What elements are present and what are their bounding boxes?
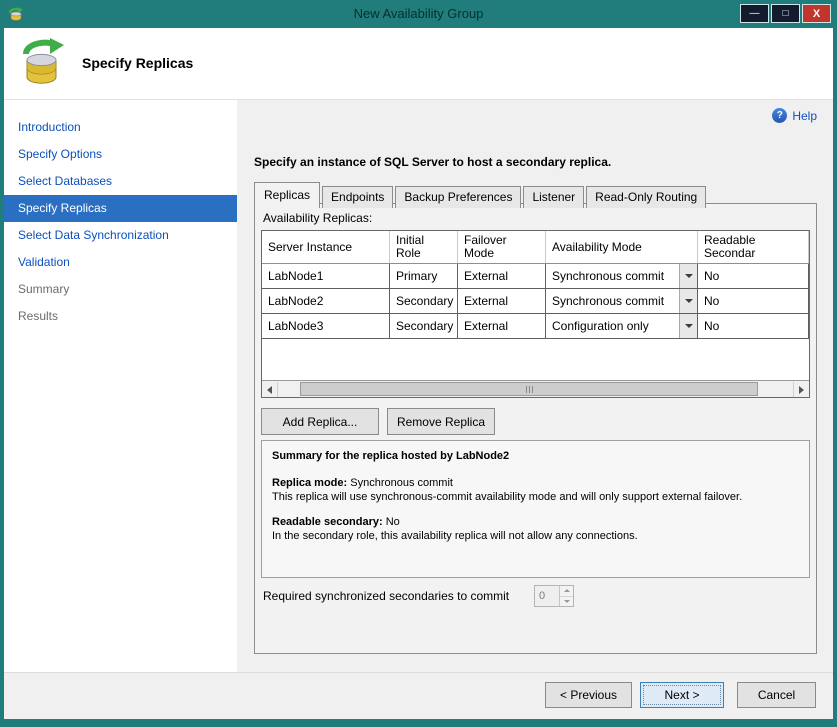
replica-database-icon (18, 37, 66, 89)
help-icon: ? (772, 108, 787, 123)
readable-secondary-line: Readable secondary: No (272, 515, 799, 529)
cell-failover-mode: External (458, 264, 546, 289)
replica-mode-description: This replica will use synchronous-commit… (272, 490, 799, 504)
sidebar-item-select-databases[interactable]: Select Databases (4, 168, 237, 195)
sidebar-item-select-data-synchronization[interactable]: Select Data Synchronization (4, 222, 237, 249)
combo-value: Synchronous commit (546, 289, 679, 313)
commit-secondaries-spinner[interactable] (534, 585, 574, 607)
main-panel: ? Help Specify an instance of SQL Server… (237, 100, 833, 672)
scroll-left-arrow-icon[interactable] (262, 382, 278, 397)
readable-secondary-label: Readable secondary: (272, 516, 383, 528)
column-header-failover-mode: Failover Mode (458, 231, 546, 263)
previous-button[interactable]: < Previous (545, 682, 632, 708)
page-title: Specify Replicas (82, 55, 193, 71)
caption-buttons: — □ X (740, 4, 831, 23)
minimize-button[interactable]: — (740, 4, 769, 23)
spinner-buttons (559, 586, 573, 606)
app-icon (8, 6, 24, 22)
cell-server-instance: LabNode1 (262, 264, 390, 289)
cell-initial-role: Secondary (390, 314, 458, 339)
scrollbar-thumb[interactable] (300, 382, 758, 396)
combo-value: Synchronous commit (546, 264, 679, 288)
replicas-tab-page: Availability Replicas: Server Instance I… (254, 203, 817, 654)
sidebar-item-results: Results (4, 303, 237, 330)
add-replica-button[interactable]: Add Replica... (261, 408, 379, 435)
table-row-labnode2[interactable]: LabNode2 Secondary External Synchronous … (262, 289, 809, 314)
cell-readable-secondary: No (698, 289, 809, 314)
sidebar-item-introduction[interactable]: Introduction (4, 114, 237, 141)
cancel-button[interactable]: Cancel (737, 682, 816, 708)
spinner-down-icon[interactable] (560, 597, 573, 607)
cell-initial-role: Primary (390, 264, 458, 289)
cell-initial-role: Secondary (390, 289, 458, 314)
availability-group-window: New Availability Group — □ X Specify Rep… (0, 0, 837, 727)
replica-mode-value: Synchronous commit (350, 477, 453, 489)
commit-secondaries-input[interactable] (535, 586, 559, 606)
scroll-right-arrow-icon[interactable] (793, 382, 809, 397)
cell-failover-mode: External (458, 289, 546, 314)
replica-mode-label: Replica mode: (272, 477, 347, 489)
chevron-down-icon[interactable] (679, 264, 697, 288)
column-header-server-instance: Server Instance (262, 231, 390, 263)
combo-value: Configuration only (546, 314, 679, 338)
replica-summary-box: Summary for the replica hosted by LabNod… (261, 440, 810, 578)
tab-endpoints[interactable]: Endpoints (322, 186, 393, 208)
tab-listener[interactable]: Listener (523, 186, 584, 208)
column-header-readable-secondary: Readable Secondar (698, 231, 809, 263)
replica-mode-line: Replica mode: Synchronous commit (272, 476, 799, 490)
table-row-labnode3[interactable]: LabNode3 Secondary External Configuratio… (262, 314, 809, 339)
wizard-steps-sidebar: Introduction Specify Options Select Data… (4, 100, 237, 672)
next-button[interactable]: Next > (640, 682, 724, 708)
table-row-labnode1[interactable]: LabNode1 Primary External Synchronous co… (262, 264, 809, 289)
tab-read-only-routing[interactable]: Read-Only Routing (586, 186, 706, 208)
help-link[interactable]: ? Help (772, 108, 817, 123)
cell-server-instance: LabNode2 (262, 289, 390, 314)
tab-strip: Replicas Endpoints Backup Preferences Li… (254, 182, 708, 208)
wizard-content: Introduction Specify Options Select Data… (4, 100, 833, 672)
horizontal-scrollbar[interactable] (262, 380, 809, 397)
tab-backup-preferences[interactable]: Backup Preferences (395, 186, 521, 208)
availability-mode-combobox[interactable]: Configuration only (546, 314, 698, 339)
commit-secondaries-label: Required synchronized secondaries to com… (263, 589, 509, 603)
grid-header-row: Server Instance Initial Role Failover Mo… (262, 231, 809, 264)
titlebar: New Availability Group — □ X (0, 0, 837, 28)
chevron-down-icon[interactable] (679, 289, 697, 313)
window-title: New Availability Group (0, 6, 837, 21)
summary-title: Summary for the replica hosted by LabNod… (272, 449, 799, 463)
cell-readable-secondary: No (698, 264, 809, 289)
tab-replicas[interactable]: Replicas (254, 182, 320, 208)
maximize-button[interactable]: □ (771, 4, 800, 23)
cell-server-instance: LabNode3 (262, 314, 390, 339)
cell-failover-mode: External (458, 314, 546, 339)
chevron-down-icon[interactable] (679, 314, 697, 338)
availability-replicas-label: Availability Replicas: (263, 211, 372, 225)
availability-mode-combobox[interactable]: Synchronous commit (546, 264, 698, 289)
readable-secondary-description: In the secondary role, this availability… (272, 529, 799, 543)
cell-readable-secondary: No (698, 314, 809, 339)
sidebar-item-summary: Summary (4, 276, 237, 303)
availability-mode-combobox[interactable]: Synchronous commit (546, 289, 698, 314)
remove-replica-button[interactable]: Remove Replica (387, 408, 495, 435)
instruction-text: Specify an instance of SQL Server to hos… (254, 155, 611, 169)
readable-secondary-value: No (386, 516, 400, 528)
replicas-grid: Server Instance Initial Role Failover Mo… (261, 230, 810, 398)
commit-secondaries-row: Required synchronized secondaries to com… (263, 585, 808, 607)
sidebar-item-validation[interactable]: Validation (4, 249, 237, 276)
wizard-header: Specify Replicas (4, 28, 833, 100)
sidebar-item-specify-replicas[interactable]: Specify Replicas (4, 195, 237, 222)
column-header-availability-mode: Availability Mode (546, 231, 698, 263)
footer-button-bar: < Previous Next > Cancel (4, 672, 833, 719)
help-label: Help (792, 109, 817, 123)
sidebar-item-specify-options[interactable]: Specify Options (4, 141, 237, 168)
spinner-up-icon[interactable] (560, 586, 573, 597)
close-button[interactable]: X (802, 4, 831, 23)
dialog-body: Specify Replicas Introduction Specify Op… (4, 28, 833, 719)
column-header-initial-role: Initial Role (390, 231, 458, 263)
